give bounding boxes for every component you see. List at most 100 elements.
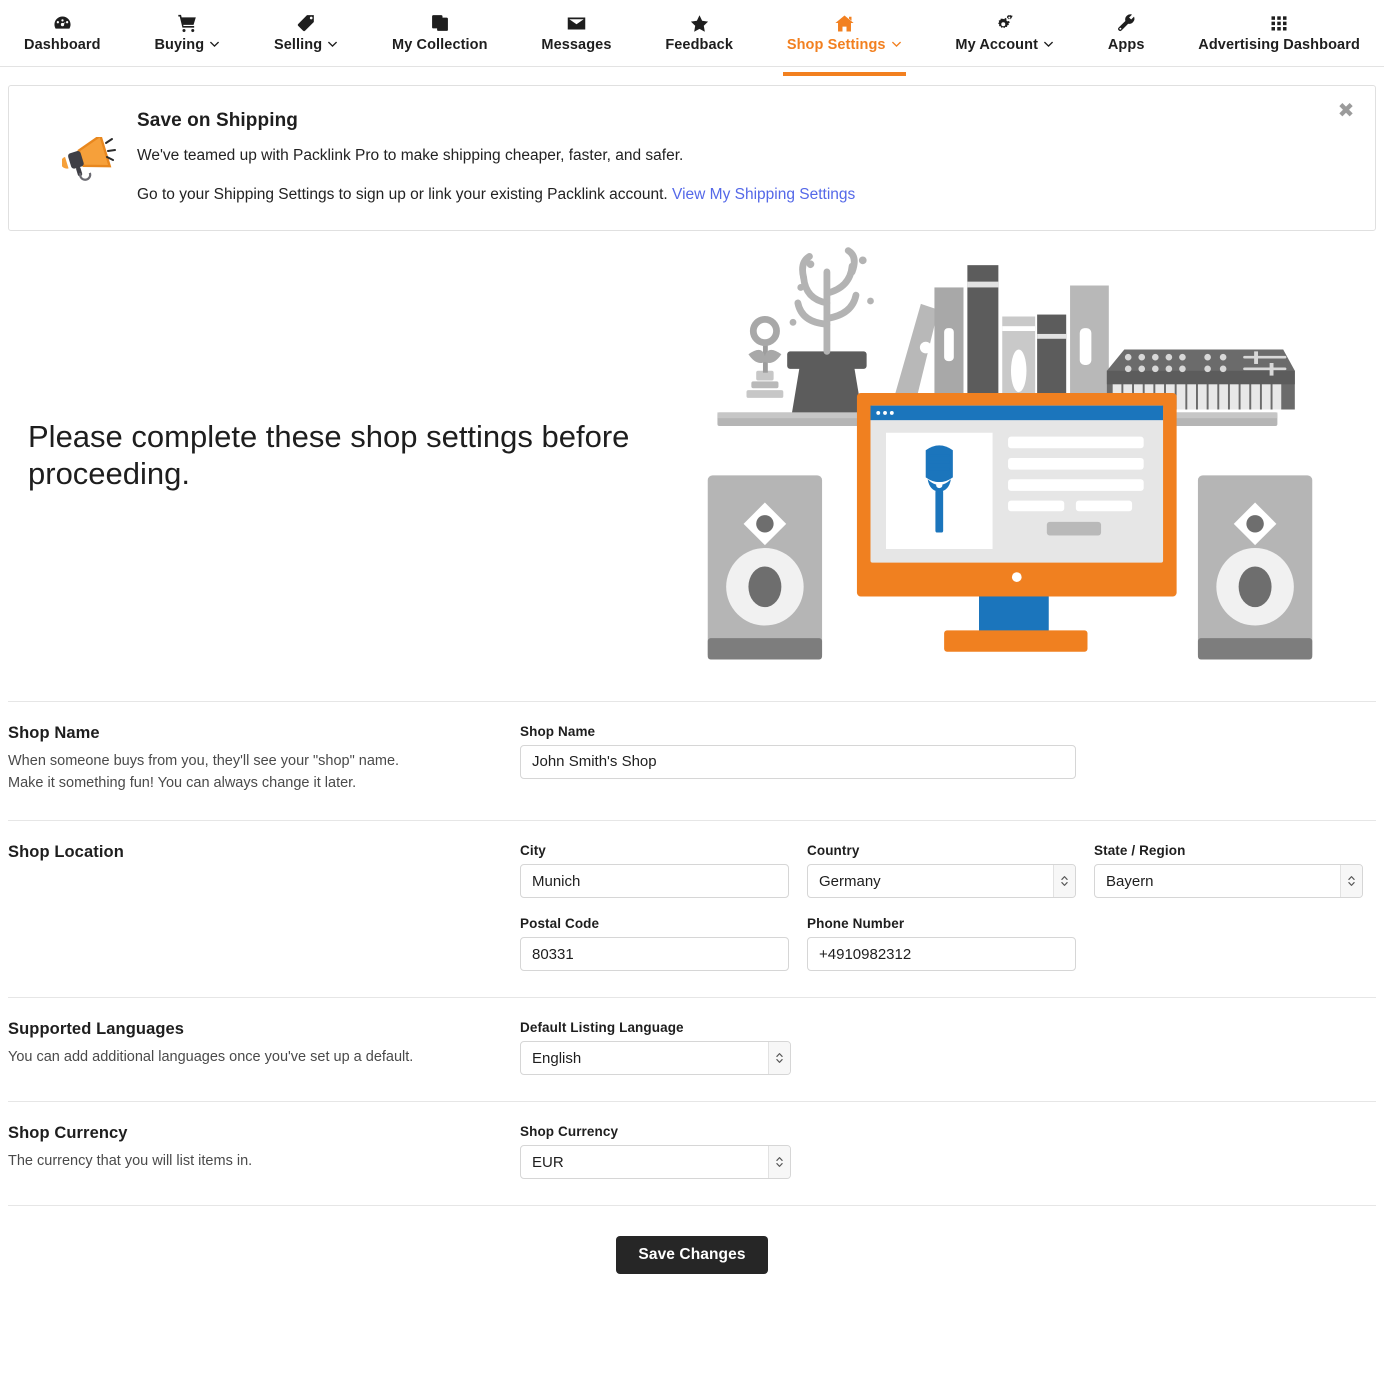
city-input[interactable]	[520, 864, 789, 898]
section-info: Shop Name When someone buys from you, th…	[8, 724, 520, 795]
nav-item-advertising-dashboard[interactable]: Advertising Dashboard	[1188, 8, 1370, 67]
nav-item-label: Selling	[274, 38, 322, 53]
section-heading: Shop Currency	[8, 1124, 490, 1143]
select-value: English	[520, 1041, 791, 1075]
form-footer: Save Changes	[8, 1205, 1376, 1306]
view-shipping-settings-link[interactable]: View My Shipping Settings	[672, 186, 855, 203]
section-info: Shop Currency The currency that you will…	[8, 1124, 520, 1179]
megaphone-icon	[41, 108, 137, 206]
shopping-cart-icon	[177, 12, 198, 34]
nav-item-label: Dashboard	[24, 38, 101, 53]
chevron-down-icon	[1043, 38, 1054, 53]
active-tab-underline	[783, 72, 906, 76]
section-fields: Shop Currency EUR	[520, 1124, 1376, 1179]
chevron-updown-icon	[768, 1146, 790, 1178]
section-heading: Shop Name	[8, 724, 490, 743]
gears-icon	[994, 12, 1015, 34]
section-description: When someone buys from you, they'll see …	[8, 751, 438, 795]
field-label: State / Region	[1094, 843, 1363, 858]
promo-title: Save on Shipping	[137, 110, 1355, 132]
home-icon	[834, 12, 855, 34]
section-shop-name: Shop Name When someone buys from you, th…	[8, 701, 1376, 821]
shop-name-input[interactable]	[520, 745, 1076, 779]
nav-item-feedback[interactable]: Feedback	[655, 8, 743, 67]
page-title: Please complete these shop settings befo…	[0, 419, 700, 492]
nav-item-label: My Account	[955, 38, 1038, 53]
field-row: Shop Currency EUR	[520, 1124, 1376, 1179]
main-navigation: Dashboard Buying Selling My Collec	[0, 0, 1384, 67]
chevron-updown-icon	[768, 1042, 790, 1074]
section-info: Shop Location	[8, 843, 520, 971]
shipping-promo-banner: Save on Shipping We've teamed up with Pa…	[8, 85, 1376, 231]
nav-item-label: Shop Settings	[787, 38, 886, 53]
collection-stack-icon	[430, 12, 450, 34]
state-region-select[interactable]: Bayern	[1094, 864, 1363, 898]
nav-item-buying[interactable]: Buying	[144, 8, 230, 67]
field-state-region: State / Region Bayern	[1094, 843, 1363, 898]
nav-item-dashboard[interactable]: Dashboard	[14, 8, 111, 67]
nav-item-label: Buying	[154, 38, 204, 53]
field-label: Phone Number	[807, 916, 1076, 931]
nav-item-messages[interactable]: Messages	[531, 8, 621, 67]
nav-item-apps[interactable]: Apps	[1098, 8, 1155, 67]
field-label: City	[520, 843, 789, 858]
dashboard-gauge-icon	[52, 12, 73, 34]
star-icon	[689, 12, 710, 34]
field-label: Postal Code	[520, 916, 789, 931]
country-select[interactable]: Germany	[807, 864, 1076, 898]
section-fields: City Country Germany Sta	[520, 843, 1376, 971]
section-info: Supported Languages You can add addition…	[8, 1020, 520, 1075]
nav-item-label: My Collection	[392, 38, 488, 53]
nav-item-selling[interactable]: Selling	[264, 8, 348, 67]
field-row: Default Listing Language English	[520, 1020, 1376, 1075]
phone-number-input[interactable]	[807, 937, 1076, 971]
nav-item-label: Advertising Dashboard	[1198, 38, 1360, 53]
promo-description-line-2: Go to your Shipping Settings to sign up …	[137, 185, 1355, 206]
field-phone-number: Phone Number	[807, 916, 1076, 971]
chevron-updown-icon	[1340, 865, 1362, 897]
default-listing-language-select[interactable]: English	[520, 1041, 791, 1075]
field-default-listing-language: Default Listing Language English	[520, 1020, 791, 1075]
select-value: EUR	[520, 1145, 791, 1179]
section-heading: Supported Languages	[8, 1020, 490, 1039]
field-label: Shop Name	[520, 724, 1076, 739]
shop-currency-select[interactable]: EUR	[520, 1145, 791, 1179]
field-label: Shop Currency	[520, 1124, 791, 1139]
section-shop-currency: Shop Currency The currency that you will…	[8, 1101, 1376, 1205]
field-row: City Country Germany Sta	[520, 843, 1376, 898]
section-fields: Shop Name	[520, 724, 1376, 795]
select-value: Germany	[807, 864, 1076, 898]
field-shop-name: Shop Name	[520, 724, 1076, 779]
chevron-down-icon	[891, 38, 902, 53]
chevron-down-icon	[209, 38, 220, 53]
promo-description-prefix: Go to your Shipping Settings to sign up …	[137, 186, 668, 203]
field-row: Shop Name	[520, 724, 1376, 779]
nav-item-label: Feedback	[665, 38, 733, 53]
section-description: The currency that you will list items in…	[8, 1151, 438, 1173]
field-country: Country Germany	[807, 843, 1076, 898]
promo-description-line-1: We've teamed up with Packlink Pro to mak…	[137, 146, 1355, 167]
chevron-updown-icon	[1053, 865, 1075, 897]
section-heading: Shop Location	[8, 843, 490, 862]
section-shop-location: Shop Location City Country Germany	[8, 820, 1376, 997]
select-value: Bayern	[1094, 864, 1363, 898]
wrench-icon	[1116, 12, 1137, 34]
chevron-down-icon	[327, 38, 338, 53]
promo-content: Save on Shipping We've teamed up with Pa…	[137, 108, 1355, 206]
shop-setup-illustration	[700, 241, 1384, 671]
field-label: Default Listing Language	[520, 1020, 791, 1035]
nav-item-shop-settings[interactable]: Shop Settings	[777, 8, 912, 67]
close-icon[interactable]: ✖	[1335, 100, 1357, 122]
postal-code-input[interactable]	[520, 937, 789, 971]
field-shop-currency: Shop Currency EUR	[520, 1124, 791, 1179]
envelope-icon	[566, 12, 587, 34]
field-city: City	[520, 843, 789, 898]
field-postal-code: Postal Code	[520, 916, 789, 971]
field-row: Postal Code Phone Number	[520, 916, 1376, 971]
shop-settings-form: Shop Name When someone buys from you, th…	[0, 701, 1384, 1206]
nav-item-my-collection[interactable]: My Collection	[382, 8, 498, 67]
save-changes-button[interactable]: Save Changes	[616, 1236, 767, 1274]
field-label: Country	[807, 843, 1076, 858]
promo-banner-wrapper: Save on Shipping We've teamed up with Pa…	[0, 67, 1384, 231]
nav-item-my-account[interactable]: My Account	[945, 8, 1064, 67]
